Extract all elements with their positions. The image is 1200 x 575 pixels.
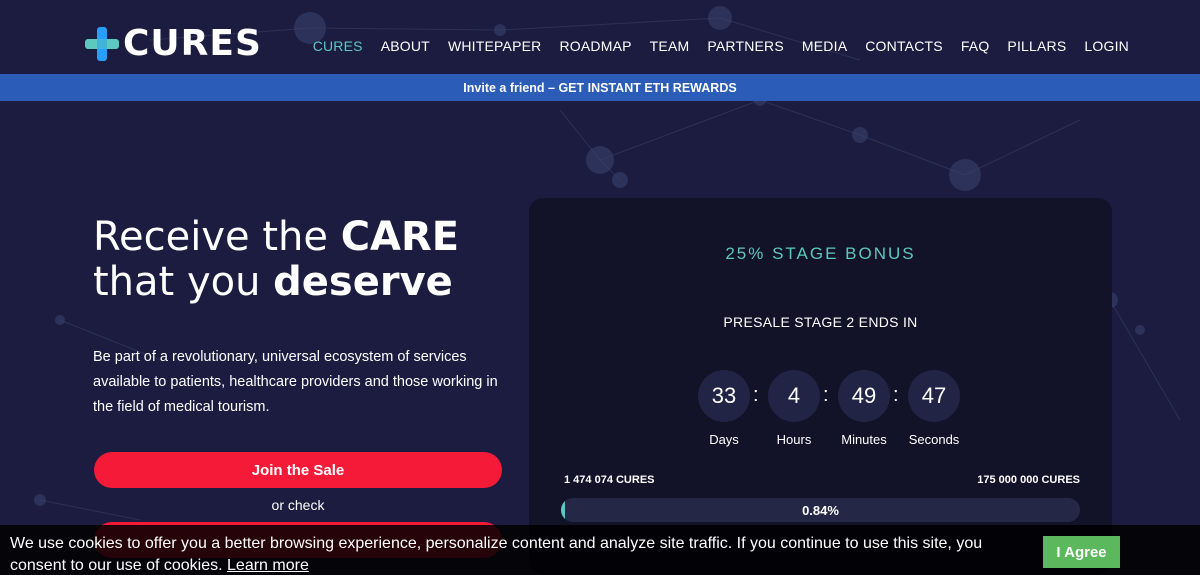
tokens-raised: 1 474 074 CURES (564, 474, 655, 486)
hero-description: Be part of a revolutionary, universal ec… (93, 349, 498, 415)
countdown-seconds: 47 Seconds (906, 370, 962, 447)
logo[interactable]: CURES (85, 24, 262, 64)
hero-title: Receive the CARE that you deserve (93, 215, 513, 305)
site-header: CURES CURES ABOUT WHITEPAPER ROADMAP TEA… (0, 0, 1200, 74)
countdown-minutes-value: 49 (838, 370, 890, 422)
sale-progress-bar: 0.84% (561, 498, 1080, 522)
learn-more-link[interactable]: Learn more (227, 557, 309, 574)
nav-item-pillars[interactable]: PILLARS (1007, 38, 1066, 54)
nav-item-cures[interactable]: CURES (313, 38, 363, 54)
nav-item-about[interactable]: ABOUT (381, 38, 430, 54)
countdown-days: 33 Days (696, 370, 752, 447)
countdown-days-value: 33 (698, 370, 750, 422)
cookie-text: We use cookies to offer you a better bro… (10, 535, 983, 574)
countdown-seconds-label: Seconds (908, 432, 960, 447)
nav-item-faq[interactable]: FAQ (961, 38, 990, 54)
presale-panel: 25% STAGE BONUS PRESALE STAGE 2 ENDS IN … (529, 198, 1112, 575)
countdown-seconds-value: 47 (908, 370, 960, 422)
main-nav: CURES ABOUT WHITEPAPER ROADMAP TEAM PART… (295, 38, 1129, 54)
countdown-separator: : (893, 384, 899, 406)
hero-title-bold-2: deserve (273, 259, 453, 305)
presale-ends-label: PRESALE STAGE 2 ENDS IN (723, 314, 918, 330)
nav-item-whitepaper[interactable]: WHITEPAPER (448, 38, 542, 54)
stage-bonus-label: 25% STAGE BONUS (725, 244, 916, 263)
nav-item-partners[interactable]: PARTNERS (707, 38, 784, 54)
countdown-minutes: 49 Minutes (836, 370, 892, 447)
agree-button[interactable]: I Agree (1043, 536, 1120, 568)
cookie-banner: We use cookies to offer you a better bro… (0, 525, 1200, 575)
nav-item-login[interactable]: LOGIN (1084, 38, 1129, 54)
nav-item-media[interactable]: MEDIA (802, 38, 847, 54)
countdown-hours: 4 Hours (766, 370, 822, 447)
nav-item-team[interactable]: TEAM (650, 38, 690, 54)
countdown-minutes-label: Minutes (841, 432, 887, 447)
cookie-message: We use cookies to offer you a better bro… (10, 533, 1010, 575)
countdown-days-label: Days (709, 432, 739, 447)
countdown-timer: 33 Days : 4 Hours : 49 Minutes : 47 Seco… (696, 370, 961, 450)
promo-text: Invite a friend – GET INSTANT ETH REWARD… (463, 80, 737, 95)
countdown-hours-label: Hours (776, 432, 812, 447)
or-check-text: or check (271, 497, 325, 513)
countdown-separator: : (753, 384, 759, 406)
countdown-separator: : (823, 384, 829, 406)
hero-title-bold-1: CARE (340, 214, 460, 260)
tokens-goal: 175 000 000 CURES (977, 474, 1080, 486)
logo-wordmark: CURES (123, 23, 262, 64)
hero-section: Receive the CARE that you deserve Be par… (93, 215, 513, 420)
cures-cross-icon (85, 27, 119, 61)
promo-banner[interactable]: Invite a friend – GET INSTANT ETH REWARD… (0, 74, 1200, 101)
hero-title-prefix-2: that you (93, 259, 274, 305)
nav-item-roadmap[interactable]: ROADMAP (559, 38, 631, 54)
nav-item-contacts[interactable]: CONTACTS (865, 38, 943, 54)
countdown-hours-value: 4 (768, 370, 820, 422)
sale-progress-text: 0.84% (802, 502, 839, 518)
hero-title-prefix-1: Receive the (93, 214, 341, 260)
join-sale-button[interactable]: Join the Sale (94, 452, 502, 488)
